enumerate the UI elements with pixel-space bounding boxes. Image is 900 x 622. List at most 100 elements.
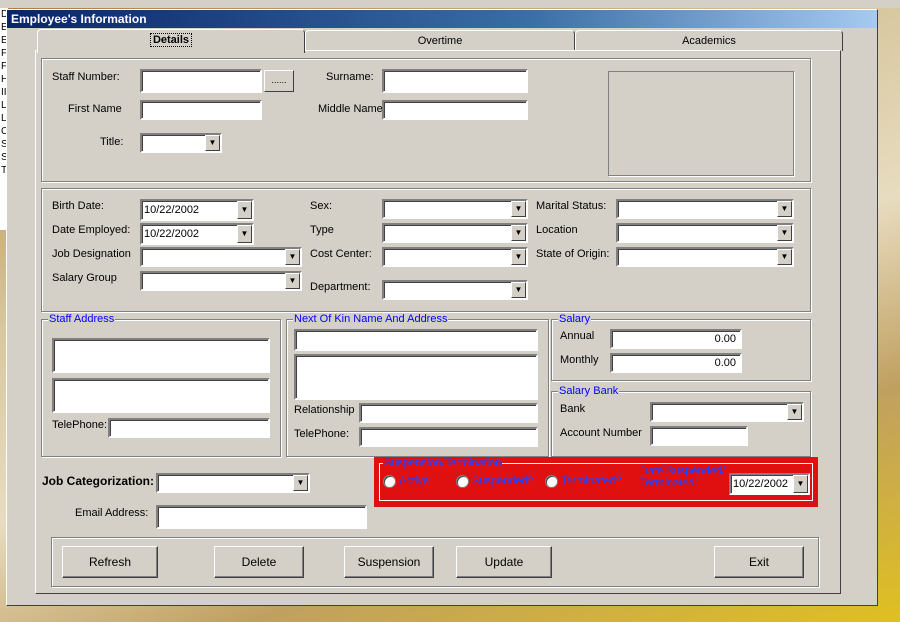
date-employed-picker[interactable]: 10/22/2002 ▼: [140, 223, 254, 245]
salary-legend: Salary: [558, 313, 592, 325]
birth-date-value: 10/22/2002: [144, 204, 200, 216]
chevron-down-icon[interactable]: ▼: [285, 273, 300, 289]
middle-name-input[interactable]: [382, 100, 528, 120]
window-title: Employee's Information: [7, 10, 877, 28]
chevron-down-icon[interactable]: ▼: [787, 404, 802, 420]
bank-label: Bank: [560, 403, 586, 415]
salary-bank-legend: Salary Bank: [558, 385, 620, 397]
button-bar: Refresh Delete Suspension Update Exit: [51, 537, 819, 587]
email-address-label: Email Address:: [75, 507, 149, 519]
salary-bank-group: Salary Bank Bank ▼ Account Number: [551, 385, 811, 457]
active-label: Active: [399, 475, 429, 487]
job-categorization-label: Job Categorization:: [42, 474, 155, 488]
kin-address-input[interactable]: [294, 354, 538, 400]
chevron-down-icon[interactable]: ▼: [777, 225, 792, 241]
delete-button[interactable]: Delete: [214, 546, 304, 578]
kin-telephone-input[interactable]: [359, 427, 538, 447]
active-radio[interactable]: [383, 475, 396, 488]
first-name-label: First Name: [68, 103, 122, 115]
birth-date-label: Birth Date:: [52, 200, 104, 212]
monthly-salary-input[interactable]: 0.00: [610, 353, 742, 373]
tab-academics[interactable]: Academics: [575, 30, 843, 51]
type-label: Type: [310, 224, 334, 236]
tab-overtime[interactable]: Overtime: [305, 30, 575, 51]
chevron-down-icon[interactable]: ▼: [237, 225, 252, 243]
staff-address-line1[interactable]: [52, 338, 270, 373]
refresh-button[interactable]: Refresh: [62, 546, 158, 578]
job-designation-label: Job Designation: [52, 248, 131, 260]
chevron-down-icon[interactable]: ▼: [511, 249, 526, 265]
type-select[interactable]: ▼: [382, 223, 528, 243]
job-categorization-select[interactable]: ▼: [156, 473, 310, 493]
terminated-radio[interactable]: [545, 475, 558, 488]
first-name-input[interactable]: [140, 100, 262, 120]
state-of-origin-select[interactable]: ▼: [616, 247, 794, 267]
location-select[interactable]: ▼: [616, 223, 794, 243]
kin-telephone-label: TelePhone:: [294, 428, 350, 440]
staff-address-line2[interactable]: [52, 378, 270, 413]
update-button[interactable]: Update: [456, 546, 552, 578]
marital-status-select[interactable]: ▼: [616, 199, 794, 219]
date-employed-label: Date Employed:: [52, 224, 131, 236]
chevron-down-icon[interactable]: ▼: [285, 249, 300, 265]
chevron-down-icon[interactable]: ▼: [237, 201, 252, 219]
photo-frame: [608, 71, 794, 176]
suspension-legend: Suspension/Termination: [383, 457, 503, 469]
department-label: Department:: [310, 281, 371, 293]
chevron-down-icon[interactable]: ▼: [205, 135, 220, 151]
exit-button[interactable]: Exit: [714, 546, 804, 578]
relationship-input[interactable]: [359, 403, 538, 423]
account-number-label: Account Number: [560, 427, 642, 439]
suspended-label: Suspended?: [472, 475, 534, 487]
tab-details[interactable]: Details: [37, 29, 305, 53]
sex-select[interactable]: ▼: [382, 199, 528, 219]
suspension-button[interactable]: Suspension: [344, 546, 434, 578]
staff-number-label: Staff Number:: [52, 71, 120, 83]
staff-lookup-button[interactable]: ......: [264, 70, 294, 92]
middle-name-label: Middle Name: [318, 103, 383, 115]
chevron-down-icon[interactable]: ▼: [777, 249, 792, 265]
surname-input[interactable]: [382, 69, 528, 93]
next-of-kin-legend: Next Of Kin Name And Address: [293, 313, 449, 325]
bank-select[interactable]: ▼: [650, 402, 804, 422]
cost-center-select[interactable]: ▼: [382, 247, 528, 267]
birth-date-picker[interactable]: 10/22/2002 ▼: [140, 199, 254, 221]
employee-info-window: Employee's Information Details Overtime …: [6, 9, 878, 606]
next-of-kin-group: Next Of Kin Name And Address Relationshi…: [286, 313, 549, 457]
terminated-label: Terminated?: [561, 475, 622, 487]
location-label: Location: [536, 224, 578, 236]
staff-telephone-input[interactable]: [108, 418, 270, 438]
date-suspended-label: Date Suspended/ Terminated:: [640, 465, 725, 489]
suspended-radio[interactable]: [456, 475, 469, 488]
email-address-input[interactable]: [156, 505, 367, 529]
chevron-down-icon[interactable]: ▼: [511, 201, 526, 217]
salary-group: Salary Annual 0.00 Monthly 0.00: [551, 313, 811, 381]
employment-group: Birth Date: 10/22/2002 ▼ Date Employed: …: [41, 188, 811, 312]
chevron-down-icon[interactable]: ▼: [511, 282, 526, 298]
surname-label: Surname:: [326, 71, 374, 83]
staff-address-legend: Staff Address: [48, 313, 116, 325]
state-of-origin-label: State of Origin:: [536, 248, 610, 260]
account-number-input[interactable]: [650, 426, 748, 446]
department-select[interactable]: ▼: [382, 280, 528, 300]
date-employed-value: 10/22/2002: [144, 228, 200, 240]
date-suspended-label-line2: Terminated:: [640, 477, 698, 489]
suspension-panel: Suspension/Termination Active Suspended?…: [374, 457, 818, 507]
chevron-down-icon[interactable]: ▼: [777, 201, 792, 217]
title-select[interactable]: ▼: [140, 133, 222, 153]
chevron-down-icon[interactable]: ▼: [793, 475, 808, 493]
tab-academics-label: Academics: [682, 35, 736, 47]
salary-group-select[interactable]: ▼: [140, 271, 302, 291]
staff-number-input[interactable]: [140, 69, 262, 93]
relationship-label: Relationship: [294, 404, 355, 416]
chevron-down-icon[interactable]: ▼: [293, 475, 308, 491]
annual-salary-input[interactable]: 0.00: [610, 329, 742, 349]
cost-center-label: Cost Center:: [310, 248, 372, 260]
staff-address-group: Staff Address TelePhone:: [41, 313, 281, 457]
job-designation-select[interactable]: ▼: [140, 247, 302, 267]
date-suspended-picker[interactable]: 10/22/2002 ▼: [729, 473, 810, 495]
staff-telephone-label: TelePhone:: [52, 419, 108, 431]
kin-name-input[interactable]: [294, 329, 538, 351]
chevron-down-icon[interactable]: ▼: [511, 225, 526, 241]
tab-details-label: Details: [149, 33, 193, 47]
